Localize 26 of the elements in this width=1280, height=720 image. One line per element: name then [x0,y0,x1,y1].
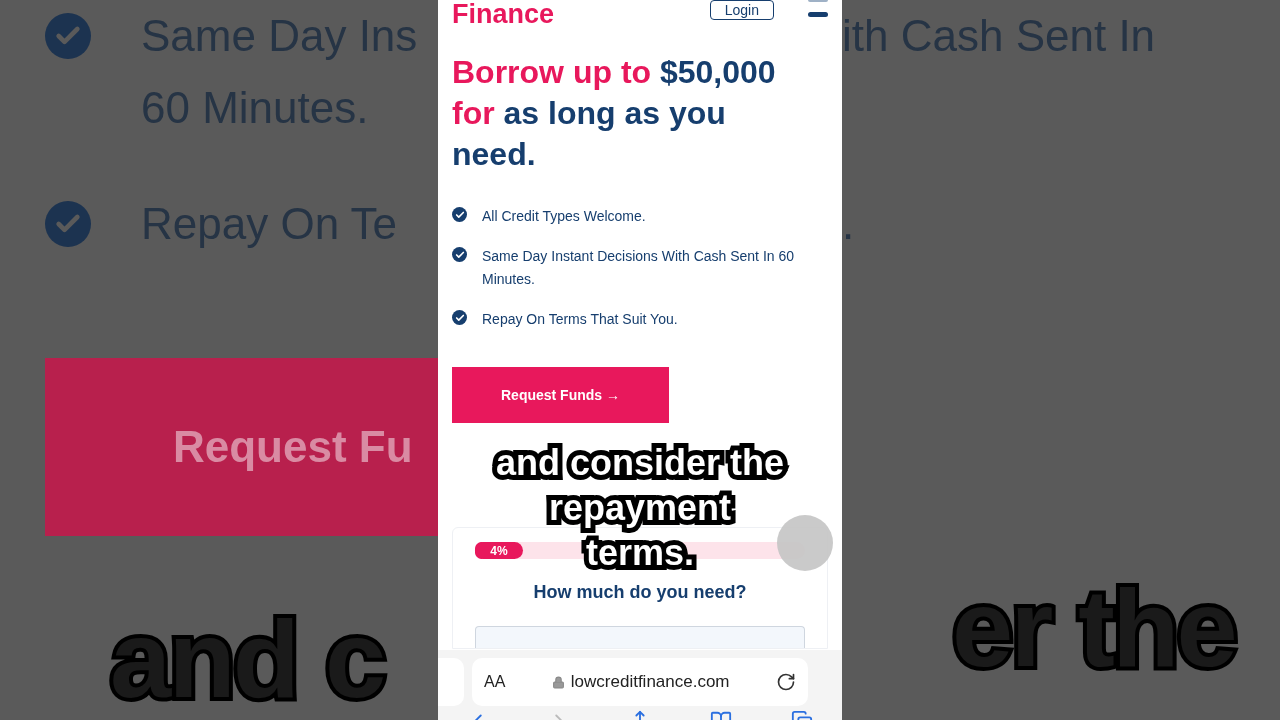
check-icon [452,247,467,262]
check-icon [45,201,91,247]
caption-line: and consider the [489,442,791,487]
check-icon [452,310,467,325]
backdrop-caption: er the [952,565,1236,691]
check-icon [45,13,91,59]
backdrop-text: . [842,198,855,250]
caption-line: terms. [579,532,701,577]
headline: Borrow up to $50,000 for as long as you need. [452,53,777,174]
lock-icon [551,675,565,689]
amount-field[interactable] [475,626,805,648]
form-question: How much do you need? [532,581,748,604]
feature-text: Repay On Terms That Suit You. [482,310,678,329]
logo: Finance [452,0,555,31]
feature-text: Same Day Instant Decisions With Cash Sent In 60 Minutes. [482,247,796,289]
touch-indicator [777,515,833,571]
url-text: lowcreditfinance.com [570,671,730,694]
backdrop-caption: and c [110,596,384,720]
caption-line: repayment [542,487,738,532]
reload-icon[interactable] [776,672,796,692]
check-icon [452,207,467,222]
address-bar[interactable]: AA lowcreditfinance.com [472,658,808,706]
text-size-button[interactable]: AA [484,670,506,694]
request-funds-button[interactable]: Request Funds → [452,367,669,423]
login-button[interactable]: Login [709,0,774,20]
feature-text: All Credit Types Welcome. [482,207,646,226]
